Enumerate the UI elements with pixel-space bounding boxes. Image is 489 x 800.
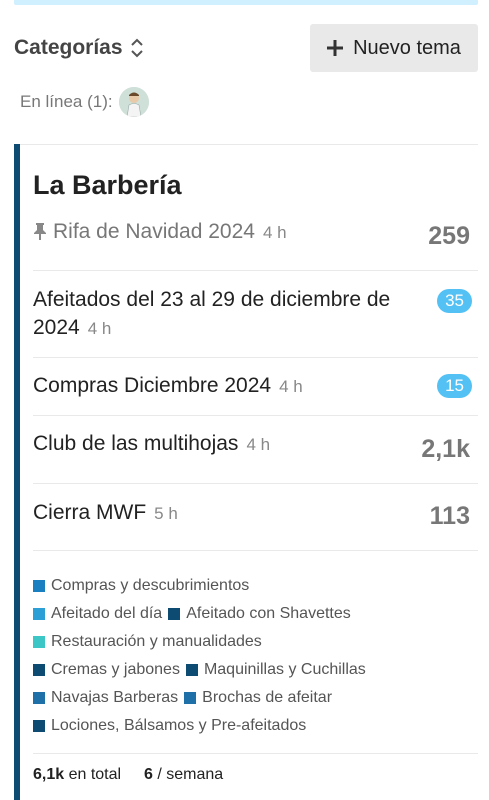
subcategory-link[interactable]: Lociones, Bálsamos y Pre-afeitados bbox=[33, 717, 306, 735]
subcategory-link[interactable]: Compras y descubrimientos bbox=[33, 577, 249, 595]
online-users: En línea (1): bbox=[20, 86, 149, 118]
topic-title-line: Club de las multihojas 4 h bbox=[33, 430, 270, 459]
topic-title-line: Compras Diciembre 2024 4 h bbox=[33, 372, 303, 401]
topic-age: 4 h bbox=[262, 223, 287, 242]
subcategory-row: Cremas y jabones Maquinillas y Cuchillas bbox=[33, 656, 478, 684]
category-title[interactable]: La Barbería bbox=[33, 170, 182, 201]
topic-row[interactable]: Cierra MWF 5 h 113 bbox=[33, 484, 478, 551]
total-topics-label: en total bbox=[68, 766, 122, 783]
subcategory-list: Compras y descubrimientos Afeitado del d… bbox=[33, 572, 478, 740]
subcategory-label: Restauración y manualidades bbox=[51, 633, 262, 650]
topic-title[interactable]: Afeitados del 23 al 29 de diciembre de 2… bbox=[33, 288, 390, 339]
topic-title[interactable]: Compras Diciembre 2024 bbox=[33, 374, 271, 397]
topic-age: 4 h bbox=[246, 435, 271, 454]
topic-title-line: Cierra MWF 5 h bbox=[33, 499, 178, 528]
topic-age: 5 h bbox=[154, 504, 178, 523]
subcategory-color-swatch bbox=[33, 636, 45, 648]
unread-badge[interactable]: 35 bbox=[437, 289, 472, 313]
subcategory-color-swatch bbox=[185, 664, 198, 676]
subcategory-link[interactable]: Afeitado del día bbox=[33, 605, 162, 623]
subcategory-label: Afeitado del día bbox=[51, 605, 163, 622]
subcategory-link[interactable]: Navajas Barberas bbox=[33, 689, 178, 707]
subcategory-label: Compras y descubrimientos bbox=[51, 577, 250, 594]
subcategory-color-swatch bbox=[184, 692, 197, 704]
topic-row[interactable]: Club de las multihojas 4 h 2,1k bbox=[33, 416, 478, 484]
subcategory-color-swatch bbox=[168, 608, 181, 620]
topic-age: 4 h bbox=[279, 377, 303, 396]
subcategory-link[interactable]: Maquinillas y Cuchillas bbox=[185, 661, 366, 679]
subcategory-label: Afeitado con Shavettes bbox=[186, 605, 351, 622]
toolbar: Categorías Nuevo tema bbox=[14, 24, 478, 72]
topic-reply-count: 2,1k bbox=[421, 435, 470, 463]
subcategory-label: Brochas de afeitar bbox=[202, 689, 333, 706]
topic-title[interactable]: Club de las multihojas bbox=[33, 432, 238, 455]
topic-row[interactable]: Afeitados del 23 al 29 de diciembre de 2… bbox=[33, 271, 478, 358]
new-topic-button[interactable]: Nuevo tema bbox=[310, 24, 478, 72]
subcategory-label: Cremas y jabones bbox=[51, 661, 180, 678]
subcategory-color-swatch bbox=[33, 720, 45, 732]
weekly-topics-label: / semana bbox=[157, 766, 224, 783]
subcategory-row: Navajas Barberas Brochas de afeitar bbox=[33, 684, 478, 712]
categories-dropdown[interactable]: Categorías bbox=[14, 30, 145, 66]
subcategory-row: Compras y descubrimientos bbox=[33, 572, 478, 600]
subcategory-link[interactable]: Afeitado con Shavettes bbox=[168, 605, 351, 623]
topic-reply-count: 113 bbox=[429, 502, 470, 530]
topic-age: 4 h bbox=[87, 319, 112, 338]
total-topics-value: 6,1k bbox=[33, 766, 65, 783]
subcategory-row: Afeitado del día Afeitado con Shavettes bbox=[33, 600, 478, 628]
online-label: En línea (1): bbox=[20, 92, 113, 111]
weekly-topics-value: 6 bbox=[143, 766, 153, 783]
subcategory-color-swatch bbox=[33, 692, 45, 704]
avatar[interactable] bbox=[118, 87, 149, 117]
subcategory-color-swatch bbox=[33, 580, 45, 592]
subcategory-row: Restauración y manualidades bbox=[33, 628, 478, 656]
topic-title-line: Rifa de Navidad 2024 4 h bbox=[33, 218, 287, 247]
subcategory-color-swatch bbox=[33, 608, 45, 620]
subcategory-link[interactable]: Brochas de afeitar bbox=[184, 689, 332, 707]
category-stats: 6,1k en total 6 / semana bbox=[33, 766, 223, 784]
subcategory-label: Lociones, Bálsamos y Pre-afeitados bbox=[51, 717, 307, 734]
subcategory-label: Maquinillas y Cuchillas bbox=[203, 661, 366, 678]
topic-title[interactable]: Cierra MWF bbox=[33, 501, 146, 524]
subcategory-row: Lociones, Bálsamos y Pre-afeitados bbox=[33, 712, 478, 740]
subcategory-link[interactable]: Cremas y jabones bbox=[33, 661, 180, 679]
categories-label: Categorías bbox=[14, 36, 123, 59]
topic-reply-count: 259 bbox=[428, 222, 470, 250]
subcategory-link[interactable]: Restauración y manualidades bbox=[33, 633, 262, 651]
topic-row[interactable]: Rifa de Navidad 2024 4 h 259 bbox=[33, 216, 478, 271]
category-box-la-barberia: La Barbería Rifa de Navidad 2024 4 h 259 … bbox=[14, 144, 478, 800]
subcategory-color-swatch bbox=[33, 664, 45, 676]
pin-icon bbox=[34, 223, 46, 240]
topic-row[interactable]: Compras Diciembre 2024 4 h 15 bbox=[33, 358, 478, 416]
category-color-bar bbox=[14, 144, 20, 800]
chevron-up-down-icon bbox=[130, 38, 143, 58]
subcategory-label: Navajas Barberas bbox=[51, 689, 179, 706]
top-banner-strip bbox=[14, 0, 478, 5]
plus-icon bbox=[327, 40, 344, 56]
divider bbox=[33, 753, 478, 754]
topic-title-line: Afeitados del 23 al 29 de diciembre de 2… bbox=[33, 286, 418, 343]
topic-title[interactable]: Rifa de Navidad 2024 bbox=[53, 220, 255, 243]
unread-badge[interactable]: 15 bbox=[437, 374, 472, 398]
user-avatar-icon bbox=[118, 87, 149, 117]
new-topic-label: Nuevo tema bbox=[353, 36, 461, 59]
